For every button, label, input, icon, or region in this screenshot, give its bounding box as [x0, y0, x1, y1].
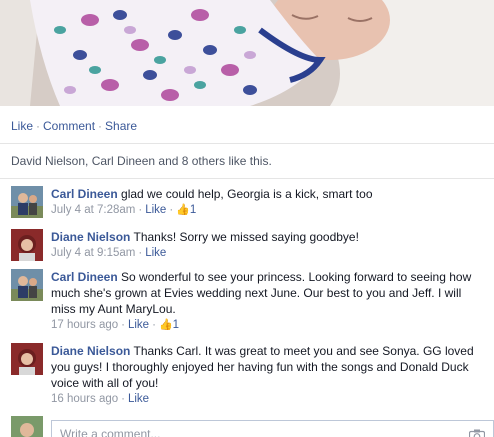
comment-author[interactable]: Diane Nielson: [51, 344, 130, 358]
comment-meta: 17 hours ago · Like · 👍1: [51, 317, 489, 333]
comment-author[interactable]: Diane Nielson: [51, 230, 130, 244]
comment-input-placeholder: Write a comment...: [60, 427, 161, 437]
comment-like-count[interactable]: 1: [190, 204, 196, 216]
post-action-bar: Like · Comment · Share: [11, 119, 137, 133]
comment-like-link[interactable]: Like: [145, 247, 166, 259]
share-link[interactable]: Share: [105, 119, 137, 133]
divider: [0, 143, 494, 144]
thumbs-up-icon[interactable]: 👍: [159, 319, 173, 331]
avatar: [11, 416, 43, 437]
comment-like-count[interactable]: 1: [173, 319, 179, 331]
separator-dot: ·: [138, 247, 143, 259]
comment-time[interactable]: July 4 at 9:15am: [51, 247, 135, 259]
thumbs-up-icon[interactable]: 👍: [176, 204, 190, 216]
separator-dot: ·: [121, 319, 125, 331]
comment-author[interactable]: Carl Dineen: [51, 270, 118, 284]
comment-like-link[interactable]: Like: [128, 319, 149, 331]
likes-summary[interactable]: David Nielson, Carl Dineen and 8 others …: [11, 154, 272, 168]
comment-meta: July 4 at 9:15am · Like: [51, 245, 489, 261]
comment-like-link[interactable]: Like: [128, 393, 149, 405]
comment-text: Thanks! Sorry we missed saying goodbye!: [133, 230, 359, 244]
comment-meta: 16 hours ago · Like: [51, 391, 489, 407]
comment-author[interactable]: Carl Dineen: [51, 187, 118, 201]
separator-dot: ·: [36, 119, 41, 133]
comment-link[interactable]: Comment: [43, 119, 95, 133]
comment-time[interactable]: 16 hours ago: [51, 393, 118, 405]
comment-text: glad we could help, Georgia is a kick, s…: [121, 187, 373, 201]
separator-dot: ·: [152, 319, 156, 331]
separator-dot: ·: [138, 204, 143, 216]
comment-meta: July 4 at 7:28am · Like · 👍1: [51, 202, 489, 218]
comment-time[interactable]: July 4 at 7:28am: [51, 204, 135, 216]
avatar[interactable]: [11, 269, 43, 301]
separator-dot: ·: [121, 393, 125, 405]
like-link[interactable]: Like: [11, 119, 33, 133]
camera-icon[interactable]: [469, 429, 485, 437]
comment-time[interactable]: 17 hours ago: [51, 319, 118, 331]
avatar[interactable]: [11, 229, 43, 261]
divider: [0, 178, 494, 179]
comment-input[interactable]: Write a comment...: [51, 420, 494, 437]
separator-dot: ·: [98, 119, 103, 133]
comment-like-link[interactable]: Like: [145, 204, 166, 216]
avatar[interactable]: [11, 343, 43, 375]
avatar[interactable]: [11, 186, 43, 218]
post-photo[interactable]: [0, 0, 494, 106]
separator-dot: ·: [169, 204, 174, 216]
comment-composer: Write a comment...: [11, 416, 494, 437]
